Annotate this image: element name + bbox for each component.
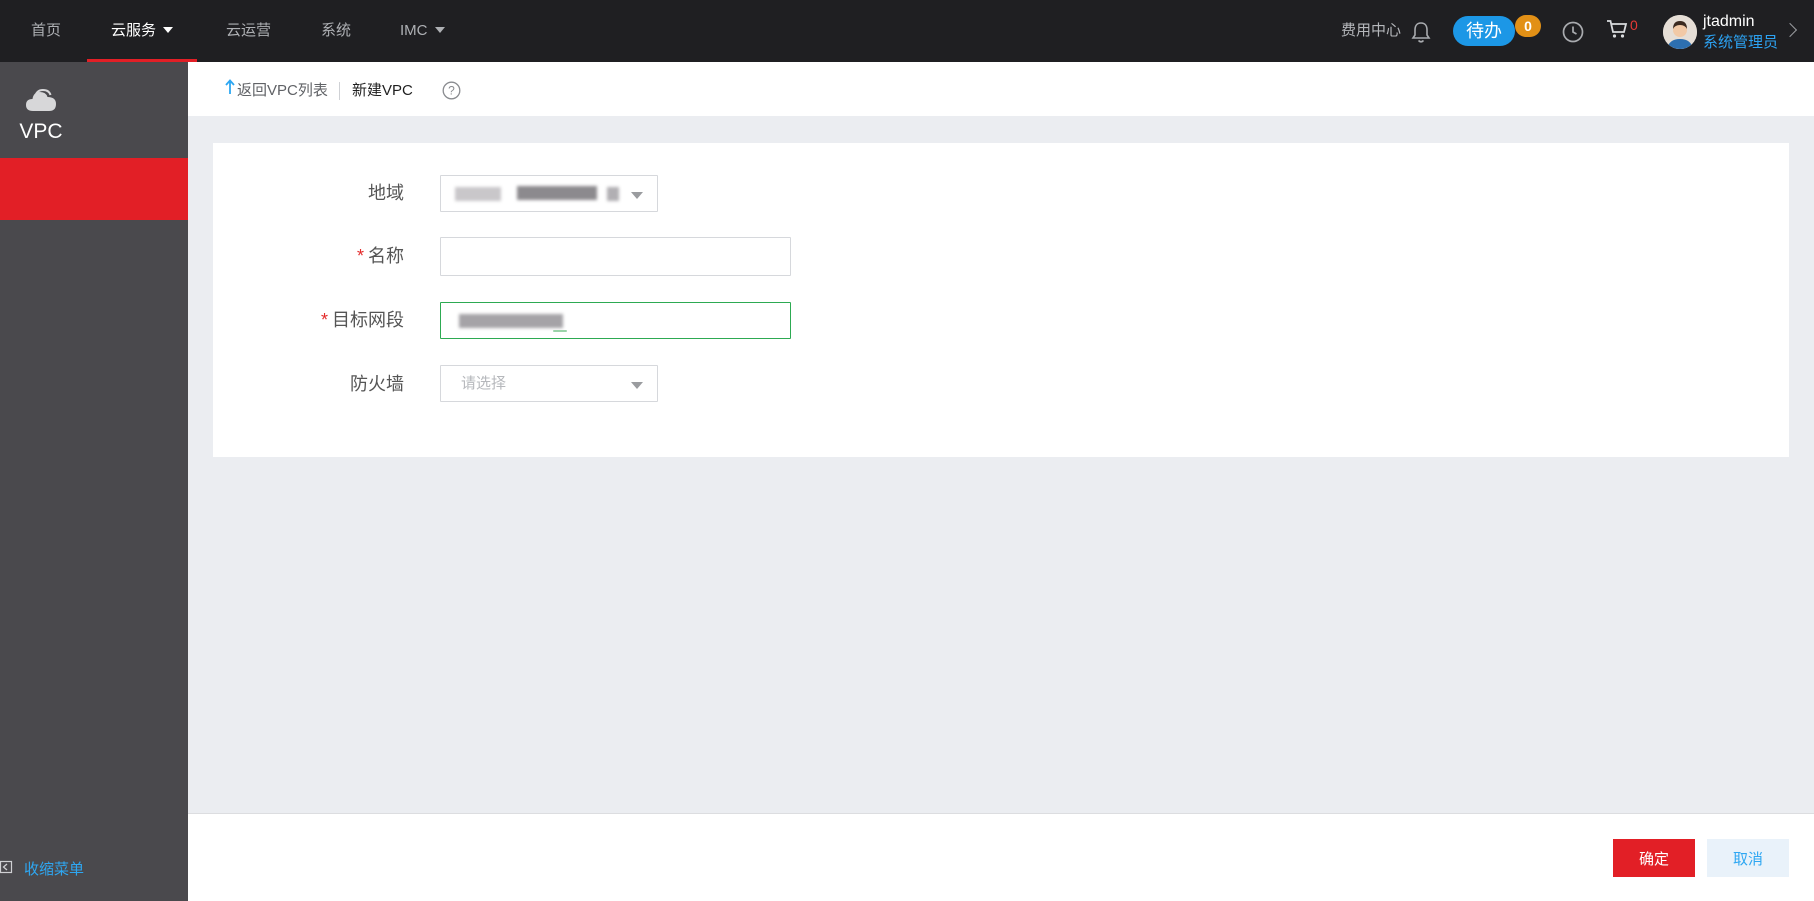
avatar[interactable] — [1663, 15, 1697, 49]
chevron-down-icon — [163, 27, 174, 34]
nav-cloud-services[interactable]: 云服务 — [86, 0, 198, 62]
chevron-down-icon — [631, 382, 643, 389]
clock-icon[interactable] — [1561, 20, 1585, 49]
nav-imc[interactable]: IMC — [400, 0, 445, 62]
cloud-icon — [24, 86, 58, 119]
nav-cloud-services-label: 云服务 — [111, 22, 157, 39]
name-label: * 名称 — [204, 244, 404, 268]
breadcrumb-divider — [339, 82, 340, 100]
redacted-value-underline — [553, 330, 567, 332]
firewall-placeholder: 请选择 — [461, 375, 507, 392]
collapse-menu-label: 收缩菜单 — [24, 861, 85, 878]
collapse-menu-icon — [0, 858, 14, 882]
region-select[interactable] — [440, 175, 658, 212]
chevron-right-icon[interactable] — [1782, 22, 1798, 38]
region-label: 地域 — [368, 183, 404, 203]
help-icon[interactable]: ? — [442, 81, 461, 105]
cart-count: 0 — [1630, 17, 1638, 33]
arrow-up-icon — [224, 79, 236, 103]
redacted-value — [459, 314, 563, 328]
todo-button[interactable]: 待办 — [1453, 16, 1515, 46]
username[interactable]: jtadmin — [1703, 12, 1755, 32]
collapse-menu-button[interactable]: 收缩菜单 — [0, 858, 84, 882]
action-footer — [188, 813, 1814, 901]
svg-text:?: ? — [448, 84, 455, 98]
nav-home[interactable]: 首页 — [31, 0, 61, 62]
cancel-button[interactable]: 取消 — [1707, 839, 1789, 877]
top-navbar: 首页 云服务 云运营 系统 IMC 费用中心 待办 0 0 jtadmin 系统… — [0, 0, 1814, 62]
chevron-down-icon — [434, 27, 445, 34]
bell-icon[interactable] — [1410, 20, 1432, 49]
firewall-label: 防火墙 — [350, 374, 404, 394]
firewall-select[interactable]: 请选择 — [440, 365, 658, 402]
billing-center-link[interactable]: 费用中心 — [1341, 0, 1401, 62]
user-role: 系统管理员 — [1703, 34, 1779, 51]
chevron-down-icon — [631, 192, 643, 199]
confirm-button[interactable]: 确定 — [1613, 839, 1695, 877]
back-link-label: 返回VPC列表 — [237, 82, 328, 99]
back-to-vpc-list-link[interactable]: 返回VPC列表 — [224, 79, 328, 103]
required-marker: * — [356, 246, 364, 266]
cart-icon[interactable] — [1606, 18, 1628, 45]
todo-count-badge: 0 — [1515, 15, 1541, 37]
cidr-label-text: 目标网段 — [332, 310, 404, 330]
nav-cloud-operations[interactable]: 云运营 — [226, 0, 271, 62]
redacted-value — [455, 187, 501, 201]
page-header — [188, 62, 1814, 116]
nav-system[interactable]: 系统 — [321, 0, 351, 62]
sidebar-title: VPC — [19, 120, 63, 143]
cidr-input[interactable] — [440, 302, 791, 339]
sidebar-item-active[interactable] — [0, 158, 188, 220]
page-title: 新建VPC — [352, 82, 413, 99]
nav-imc-label: IMC — [400, 22, 428, 39]
name-label-text: 名称 — [368, 246, 404, 266]
redacted-value — [517, 186, 597, 200]
redacted-value — [607, 187, 619, 201]
cidr-label: * 目标网段 — [204, 308, 404, 332]
required-marker: * — [320, 310, 328, 330]
name-input[interactable] — [440, 237, 791, 276]
